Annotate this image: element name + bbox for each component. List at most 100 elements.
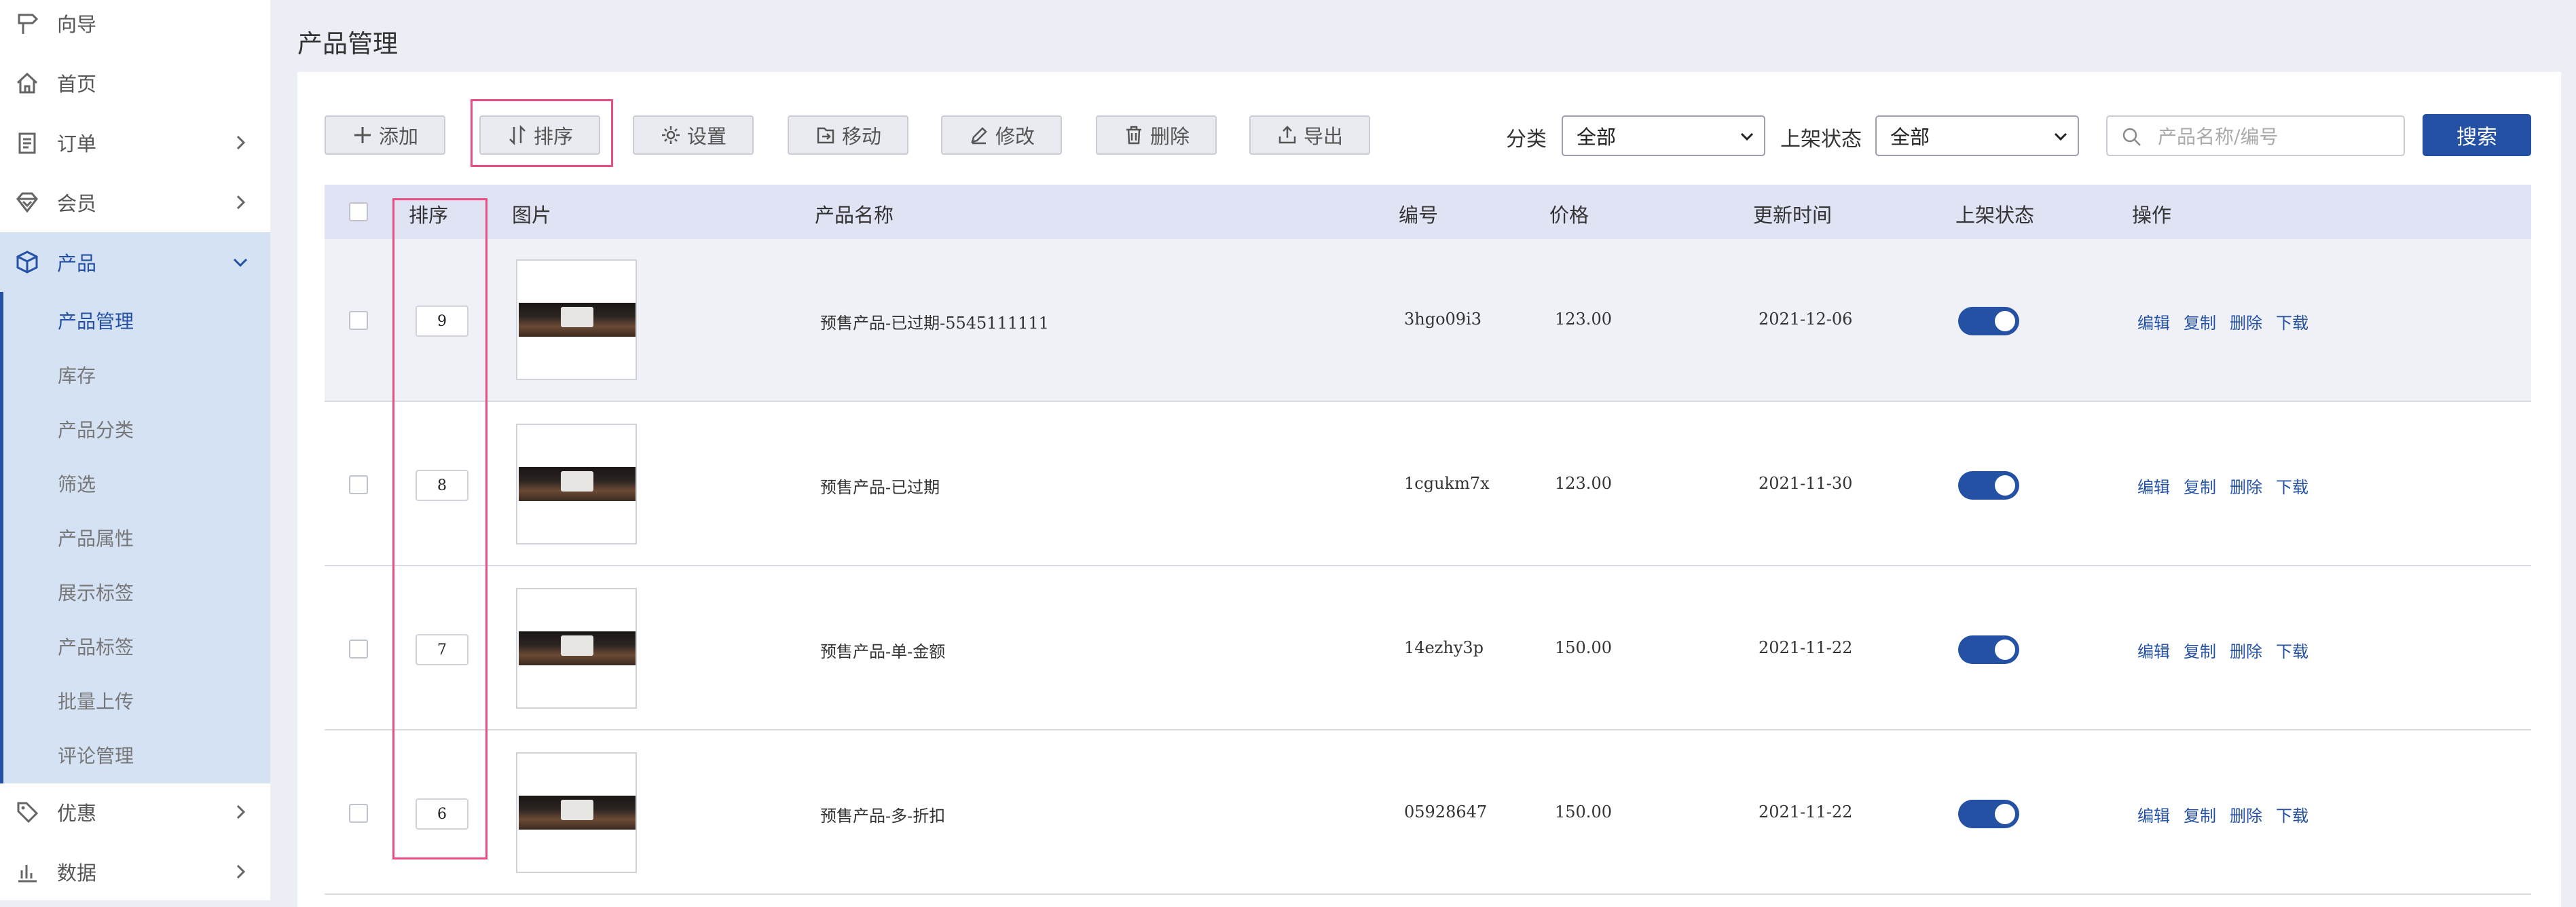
edit-link[interactable]: 编辑 xyxy=(2137,638,2170,662)
sidebar-item-data[interactable]: 数据 xyxy=(0,842,270,902)
settings-button[interactable]: 设置 xyxy=(633,115,754,155)
sidebar-item-products[interactable]: 产品 xyxy=(0,232,270,292)
add-button[interactable]: 添加 xyxy=(325,115,445,155)
submenu-item-product-management[interactable]: 产品管理 xyxy=(58,307,134,334)
download-link[interactable]: 下载 xyxy=(2276,802,2308,826)
search-box xyxy=(2106,115,2405,156)
plus-icon xyxy=(354,127,371,143)
chevron-right-icon xyxy=(236,195,246,210)
bar-chart-icon xyxy=(18,865,37,883)
add-button-label: 添加 xyxy=(378,125,418,148)
edit-button[interactable]: 修改 xyxy=(941,115,1062,155)
delete-link[interactable]: 删除 xyxy=(2230,310,2262,333)
sidebar-item-home[interactable]: 首页 xyxy=(0,53,270,113)
copy-link[interactable]: 复制 xyxy=(2184,802,2216,826)
column-header-image: 图片 xyxy=(512,204,552,227)
product-price: 123.00 xyxy=(1555,474,1612,493)
edit-link[interactable]: 编辑 xyxy=(2137,474,2170,498)
submenu-item-product-category[interactable]: 产品分类 xyxy=(58,415,134,443)
home-icon xyxy=(16,72,38,94)
edit-button-label: 修改 xyxy=(995,125,1035,148)
listing-toggle[interactable] xyxy=(1958,635,2019,664)
sidebar-item-label: 产品 xyxy=(57,252,97,275)
listing-status-label: 上架状态 xyxy=(1780,128,1862,151)
product-thumbnail xyxy=(516,752,637,873)
select-all-checkbox[interactable] xyxy=(349,202,368,221)
column-header-updated: 更新时间 xyxy=(1753,204,1833,227)
product-thumbnail xyxy=(516,424,637,544)
download-link[interactable]: 下载 xyxy=(2276,638,2308,662)
edit-link[interactable]: 编辑 xyxy=(2137,310,2170,333)
search-icon xyxy=(2122,128,2141,146)
listing-toggle[interactable] xyxy=(1958,307,2019,335)
table-header: 排序 图片 产品名称 编号 价格 更新时间 上架状态 操作 xyxy=(325,185,2531,239)
product-name: 预售产品-已过期-5545111111 xyxy=(820,314,1049,333)
submenu-item-inventory[interactable]: 库存 xyxy=(58,361,96,388)
copy-link[interactable]: 复制 xyxy=(2184,474,2216,498)
gear-icon xyxy=(661,126,680,144)
row-checkbox[interactable] xyxy=(349,640,368,659)
delete-button-label: 删除 xyxy=(1149,125,1190,148)
product-submenu: 产品管理 库存 产品分类 筛选 产品属性 展示标签 产品标签 批量上传 评论管理 xyxy=(0,292,270,783)
delete-link[interactable]: 删除 xyxy=(2230,474,2262,498)
move-button[interactable]: 移动 xyxy=(788,115,908,155)
row-checkbox[interactable] xyxy=(349,475,368,494)
submenu-item-bulk-upload[interactable]: 批量上传 xyxy=(58,687,134,714)
sort-column-highlight xyxy=(392,198,487,859)
product-thumbnail xyxy=(516,588,637,709)
clipboard-icon xyxy=(18,132,36,154)
download-link[interactable]: 下载 xyxy=(2276,474,2308,498)
row-checkbox[interactable] xyxy=(349,804,368,823)
updated-date: 2021-12-06 xyxy=(1759,310,1853,329)
product-price: 150.00 xyxy=(1555,638,1612,657)
copy-link[interactable]: 复制 xyxy=(2184,310,2216,333)
listing-status-select-value: 全部 xyxy=(1890,126,1930,149)
row-checkbox[interactable] xyxy=(349,311,368,330)
settings-button-label: 设置 xyxy=(686,125,726,148)
submenu-item-review-management[interactable]: 评论管理 xyxy=(58,741,134,769)
diamond-icon xyxy=(16,192,38,213)
product-thumbnail xyxy=(516,259,637,380)
sidebar-item-label: 数据 xyxy=(57,862,97,885)
copy-link[interactable]: 复制 xyxy=(2184,638,2216,662)
sidebar-item-guide[interactable]: 向导 xyxy=(0,0,270,53)
product-name: 预售产品-单-金额 xyxy=(820,642,946,661)
sort-button-highlight xyxy=(471,99,613,167)
category-select[interactable]: 全部 xyxy=(1562,115,1765,156)
delete-button[interactable]: 删除 xyxy=(1096,115,1217,155)
chevron-right-icon xyxy=(236,864,246,879)
box-icon xyxy=(16,251,38,274)
product-code: 14ezhy3p xyxy=(1404,638,1484,657)
listing-toggle[interactable] xyxy=(1958,800,2019,828)
signpost-icon xyxy=(18,14,39,34)
product-code: 1cgukm7x xyxy=(1404,474,1490,493)
sidebar-item-label: 首页 xyxy=(57,73,97,96)
export-button[interactable]: 导出 xyxy=(1249,115,1370,155)
listing-status-select[interactable]: 全部 xyxy=(1875,115,2079,156)
delete-link[interactable]: 删除 xyxy=(2230,638,2262,662)
delete-link[interactable]: 删除 xyxy=(2230,802,2262,826)
table-row: 7 预售产品-单-金额 14ezhy3p 150.00 2021-11-22 编… xyxy=(325,568,2531,730)
column-header-actions: 操作 xyxy=(2132,204,2172,227)
updated-date: 2021-11-30 xyxy=(1759,474,1853,493)
submenu-item-filter[interactable]: 筛选 xyxy=(58,470,96,497)
listing-toggle[interactable] xyxy=(1958,471,2019,500)
updated-date: 2021-11-22 xyxy=(1759,802,1853,821)
submenu-item-display-tags[interactable]: 展示标签 xyxy=(58,578,134,606)
download-link[interactable]: 下载 xyxy=(2276,310,2308,333)
column-header-price: 价格 xyxy=(1549,204,1589,227)
pencil-icon xyxy=(971,127,987,145)
product-price: 123.00 xyxy=(1555,310,1612,329)
sidebar-item-promotions[interactable]: 优惠 xyxy=(0,782,270,842)
sidebar-item-orders[interactable]: 订单 xyxy=(0,113,270,172)
search-button[interactable]: 搜索 xyxy=(2423,114,2531,156)
tag-icon xyxy=(17,802,39,823)
search-input[interactable] xyxy=(2156,124,2397,149)
upload-icon xyxy=(1278,126,1296,144)
chevron-down-icon xyxy=(2054,132,2067,141)
edit-link[interactable]: 编辑 xyxy=(2137,802,2170,826)
sidebar-item-members[interactable]: 会员 xyxy=(0,172,270,232)
submenu-item-product-tags[interactable]: 产品标签 xyxy=(58,633,134,660)
submenu-item-product-attributes[interactable]: 产品属性 xyxy=(58,524,134,551)
move-icon xyxy=(817,127,834,144)
